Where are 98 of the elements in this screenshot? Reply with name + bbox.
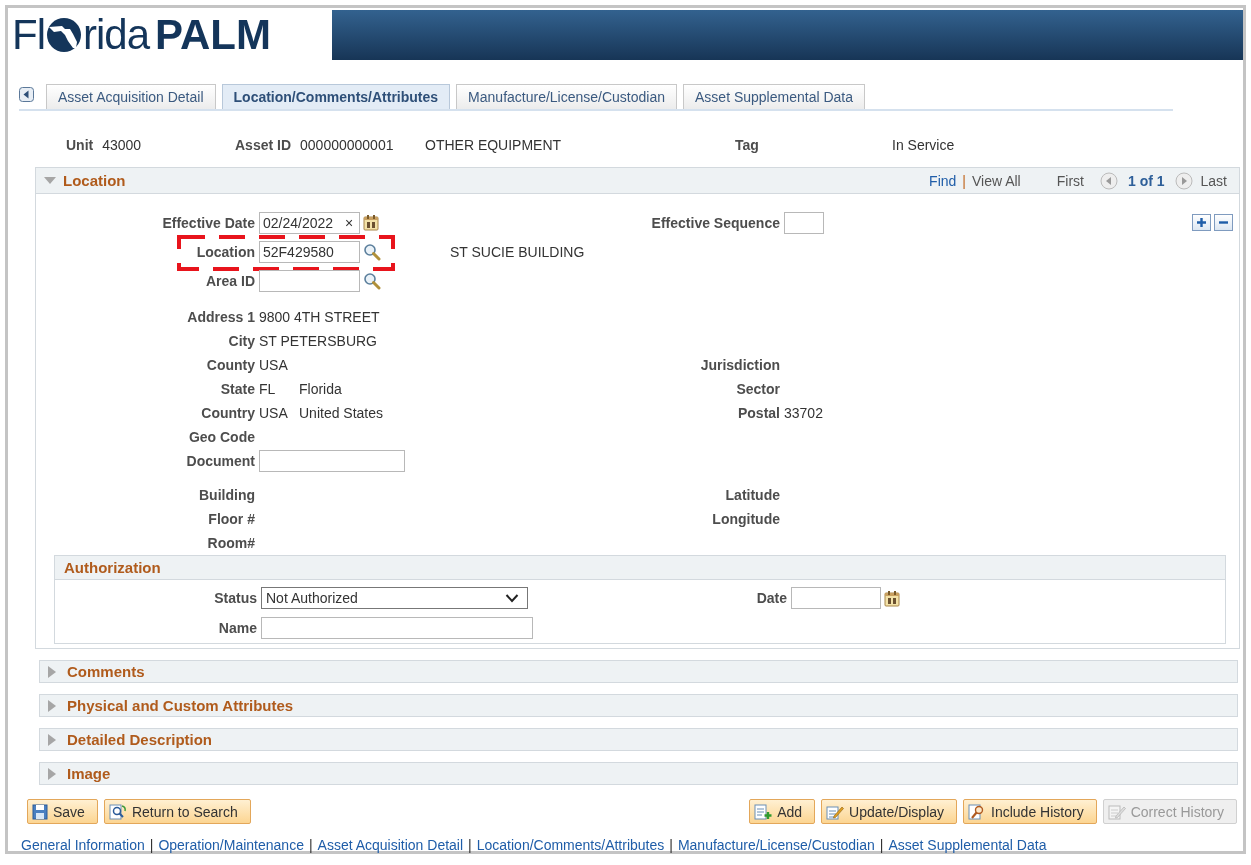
field-value: USA bbox=[259, 357, 289, 373]
clear-button[interactable]: × bbox=[343, 213, 356, 232]
page-link[interactable]: Asset Acquisition Detail bbox=[317, 837, 464, 853]
field-label: Floor # bbox=[208, 511, 255, 527]
lookup-field[interactable] bbox=[259, 269, 360, 292]
field-label: City bbox=[228, 333, 255, 349]
tab[interactable]: Manufacture/License/Custodian bbox=[456, 84, 677, 109]
page-link[interactable]: Location/Comments/Attributes bbox=[476, 837, 665, 853]
pencil-document-icon bbox=[1107, 803, 1126, 820]
section-title: Authorization bbox=[64, 559, 161, 576]
link-separator: | bbox=[669, 837, 673, 853]
field-label: Country bbox=[201, 405, 255, 421]
field-label: Name bbox=[217, 620, 257, 636]
field-value: Florida bbox=[299, 381, 342, 397]
field-label: Longitude bbox=[712, 511, 780, 527]
florida-palm-logo: Fl ridaPALM bbox=[8, 10, 332, 60]
field-label: Area ID bbox=[205, 272, 255, 289]
plus-icon bbox=[1196, 217, 1207, 228]
page-link[interactable]: Asset Supplemental Data bbox=[888, 837, 1047, 853]
field-label: Asset ID bbox=[235, 137, 292, 153]
field-label: Unit bbox=[66, 137, 94, 153]
field-label: Latitude bbox=[725, 487, 780, 503]
pencil-document-icon bbox=[826, 803, 845, 820]
field-label: Geo Code bbox=[188, 429, 255, 445]
section-title[interactable]: Image bbox=[67, 765, 111, 782]
add-row-button[interactable] bbox=[1192, 214, 1211, 231]
toolbar-button[interactable]: Include History bbox=[963, 799, 1097, 824]
save-button[interactable]: Save bbox=[27, 799, 98, 824]
calendar-icon[interactable] bbox=[884, 589, 900, 607]
page-link[interactable]: General Information bbox=[21, 837, 145, 853]
scroll-left-button[interactable] bbox=[19, 87, 34, 102]
link-separator: | bbox=[468, 837, 472, 853]
field-label: Postal bbox=[738, 405, 780, 421]
save-icon bbox=[32, 803, 48, 820]
field-label: Jurisdiction bbox=[700, 357, 780, 373]
field-value: 33702 bbox=[784, 405, 823, 421]
field-value: 000000000001 bbox=[300, 137, 394, 153]
section-title[interactable]: Detailed Description bbox=[67, 731, 213, 748]
field-label: Tag bbox=[735, 137, 759, 153]
field-value: USA bbox=[259, 405, 289, 421]
field-label: Building bbox=[199, 487, 255, 503]
field-label: Sector bbox=[736, 381, 780, 397]
page-counter: 1 of 1 bbox=[1127, 172, 1165, 189]
text-field[interactable] bbox=[784, 211, 824, 234]
calendar-icon[interactable] bbox=[363, 214, 379, 231]
field-value: 43000 bbox=[102, 137, 142, 153]
date-field[interactable] bbox=[791, 587, 881, 609]
field-value: OTHER EQUIPMENT bbox=[425, 137, 562, 153]
search-page-icon bbox=[108, 803, 127, 820]
field-value: In Service bbox=[892, 137, 955, 153]
field-label: Location bbox=[196, 243, 255, 260]
collapse-arrow-icon[interactable] bbox=[43, 175, 57, 186]
field-label: Address 1 bbox=[187, 309, 255, 325]
link-separator: | bbox=[879, 837, 884, 853]
field-label: Date bbox=[755, 590, 787, 606]
page-link[interactable]: Manufacture/License/Custodian bbox=[677, 837, 875, 853]
expand-arrow-icon[interactable] bbox=[47, 766, 57, 781]
search-icon[interactable] bbox=[363, 271, 381, 290]
field-label: Effective Sequence bbox=[651, 214, 780, 231]
search-icon[interactable] bbox=[363, 242, 381, 261]
field-value: FL bbox=[259, 381, 277, 397]
field-label: Document bbox=[186, 453, 255, 469]
next-icon bbox=[1174, 171, 1193, 190]
tab[interactable]: Location/Comments/Attributes bbox=[221, 84, 451, 109]
field-value: ST PETERSBURG bbox=[259, 333, 377, 349]
previous-icon bbox=[1099, 171, 1118, 190]
delete-row-button[interactable] bbox=[1214, 214, 1233, 231]
field-label: State bbox=[220, 381, 255, 397]
find-link[interactable]: Find bbox=[929, 172, 957, 189]
add-document-icon bbox=[754, 803, 773, 820]
link-separator: | bbox=[962, 172, 966, 189]
link-separator: | bbox=[308, 837, 313, 853]
link-separator: | bbox=[149, 837, 154, 853]
expand-arrow-icon[interactable] bbox=[47, 664, 57, 679]
expand-arrow-icon[interactable] bbox=[47, 732, 57, 747]
field-label: Status bbox=[213, 590, 257, 606]
field-label: County bbox=[206, 357, 255, 373]
text-field[interactable] bbox=[261, 617, 533, 639]
page-link[interactable]: Operation/Maintenance bbox=[158, 837, 304, 853]
view-all-link[interactable]: View All bbox=[971, 172, 1021, 189]
tab[interactable]: Asset Acquisition Detail bbox=[46, 84, 216, 109]
lookup-field[interactable]: 52F429580 bbox=[259, 240, 360, 263]
caret-icon bbox=[505, 593, 519, 603]
text-field[interactable] bbox=[259, 450, 405, 472]
toolbar-button[interactable]: Add bbox=[749, 799, 816, 824]
status-dropdown[interactable]: Not Authorized bbox=[261, 587, 528, 609]
section-title[interactable]: Comments bbox=[67, 663, 145, 680]
field-label: Room# bbox=[207, 535, 255, 551]
location-description: ST SUCIE BUILDING bbox=[450, 243, 585, 260]
field-value: United States bbox=[299, 405, 384, 421]
toolbar-button[interactable]: Update/Display bbox=[821, 799, 958, 824]
toolbar-button[interactable]: Return to Search bbox=[103, 799, 251, 824]
field-value: 9800 4TH STREET bbox=[259, 309, 380, 325]
section-title[interactable]: Physical and Custom Attributes bbox=[67, 697, 294, 714]
field-label: Effective Date bbox=[162, 214, 255, 231]
tab[interactable]: Asset Supplemental Data bbox=[683, 84, 865, 109]
expand-arrow-icon[interactable] bbox=[47, 698, 57, 713]
section-title[interactable]: Location bbox=[63, 172, 126, 189]
